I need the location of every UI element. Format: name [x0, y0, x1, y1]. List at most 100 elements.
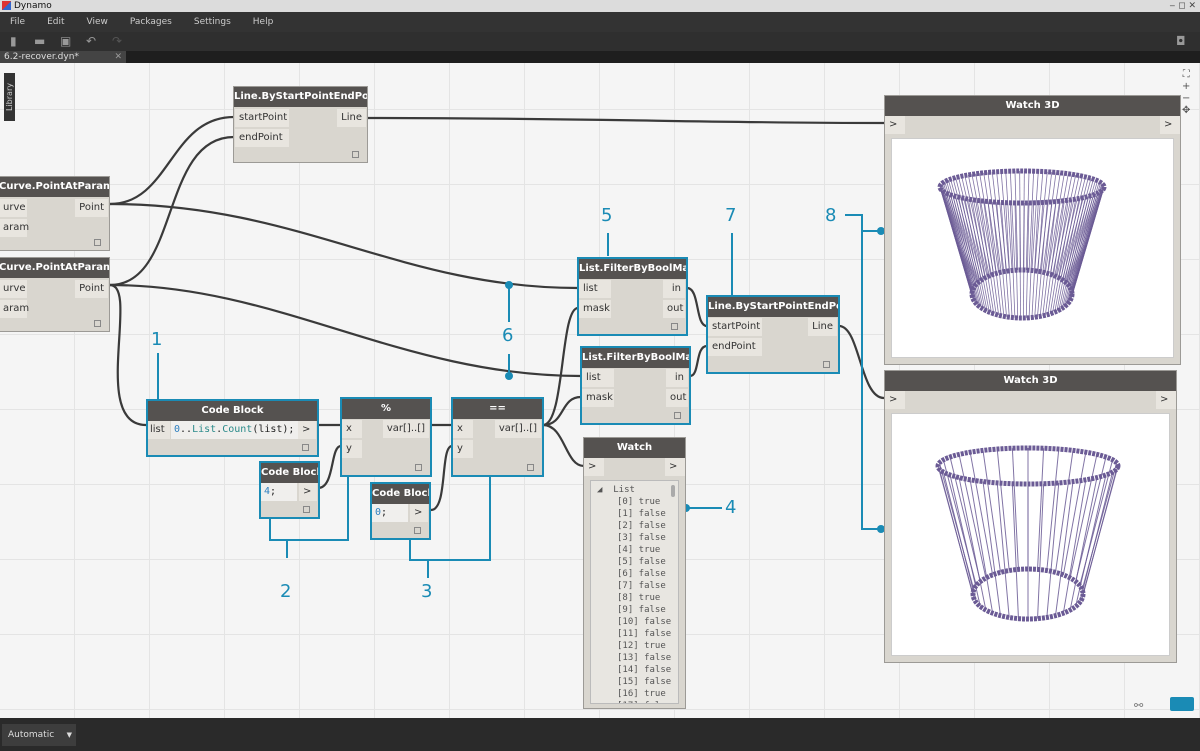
node-watch-3d-1[interactable]: Watch 3D > > [884, 95, 1181, 365]
undo-icon[interactable]: ↶ [86, 32, 96, 51]
preview-toggle-icon[interactable] [302, 444, 309, 451]
geometry-view-icon[interactable]: ⚯ [1134, 699, 1143, 712]
output-port[interactable]: > [1156, 391, 1176, 409]
output-port-out[interactable]: out [663, 300, 685, 318]
code-editor[interactable]: 0..List.Count(list); [171, 421, 298, 439]
menu-settings[interactable]: Settings [194, 12, 231, 32]
input-port-list[interactable]: list [582, 369, 614, 387]
node-line-by-start-end-2[interactable]: Line.ByStartPointEndPoint startPoint end… [706, 295, 840, 374]
input-port-x[interactable]: x [342, 420, 362, 438]
output-port-in[interactable]: in [663, 280, 685, 298]
node-curve-point-at-parameter-2[interactable]: Curve.PointAtParameter urve aram Point [0, 257, 110, 332]
annotation-6: 6 [502, 325, 514, 346]
list-item: [11] false [617, 629, 672, 639]
list-item: [9] false [617, 605, 666, 615]
menu-help[interactable]: Help [253, 12, 274, 32]
menu-packages[interactable]: Packages [130, 12, 172, 32]
output-port[interactable]: > [299, 483, 317, 501]
input-port-endpoint[interactable]: endPoint [708, 338, 762, 356]
graph-view-icon[interactable] [1170, 697, 1194, 711]
wire [430, 444, 453, 512]
redo-icon[interactable]: ↷ [112, 32, 122, 51]
input-port-startpoint[interactable]: startPoint [708, 318, 762, 336]
node-line-by-start-end-1[interactable]: Line.ByStartPointEndPoint startPoint end… [233, 86, 368, 163]
node-watch[interactable]: Watch > > ◢ List [0] true [1] false [2] fa… [583, 437, 686, 709]
preview-toggle-icon[interactable] [352, 151, 359, 158]
output-port-point[interactable]: Point [75, 280, 108, 298]
input-port-endpoint[interactable]: endPoint [235, 129, 289, 147]
node-equals[interactable]: == x y var[]..[] [451, 397, 544, 477]
input-port-x[interactable]: x [453, 420, 473, 438]
node-watch-3d-2[interactable]: Watch 3D > > [884, 370, 1177, 663]
wire [367, 116, 885, 125]
preview-toggle-icon[interactable] [94, 239, 101, 246]
3d-viewport[interactable] [891, 138, 1174, 358]
output-port[interactable]: > [665, 458, 685, 476]
new-file-icon[interactable]: ▮ [10, 32, 17, 51]
node-title: Code Block [148, 401, 317, 421]
preview-toggle-icon[interactable] [823, 361, 830, 368]
window-controls[interactable]: ‒ ◻ ✕ [1170, 0, 1196, 12]
input-port-curve[interactable]: urve [0, 280, 27, 298]
watch-list-view[interactable]: ◢ List [0] true [1] false [2] false [3] fal… [590, 480, 679, 704]
output-port[interactable]: > [410, 504, 428, 522]
output-port[interactable]: > [1160, 116, 1180, 134]
input-port-list[interactable]: list [579, 280, 611, 298]
input-port[interactable]: > [885, 116, 905, 134]
node-filter-by-bool-mask-1[interactable]: List.FilterByBoolMask list mask in out [577, 257, 688, 336]
open-icon[interactable]: ▬ [34, 32, 45, 51]
output-port-in[interactable]: in [666, 369, 688, 387]
scrollbar[interactable] [671, 485, 675, 497]
output-port-point[interactable]: Point [75, 199, 108, 217]
output-port-out[interactable]: out [666, 389, 688, 407]
output-port[interactable]: > [298, 421, 316, 439]
preview-toggle-icon[interactable] [303, 506, 310, 513]
input-port-mask[interactable]: mask [582, 389, 614, 407]
code-editor[interactable]: 0; [372, 504, 408, 522]
close-tab-icon[interactable]: ✕ [114, 51, 122, 63]
basket-geometry-sparse [935, 445, 1121, 622]
preview-toggle-icon[interactable] [415, 464, 422, 471]
annotation-4: 4 [725, 497, 737, 518]
preview-toggle-icon[interactable] [674, 412, 681, 419]
node-code-block-range[interactable]: Code Block list 0..List.Count(list); > [146, 399, 319, 457]
menu-bar: File Edit View Packages Settings Help [0, 12, 1200, 32]
list-root[interactable]: ◢ List [591, 484, 678, 496]
input-port-list[interactable]: list [148, 421, 170, 439]
input-port-startpoint[interactable]: startPoint [235, 109, 289, 127]
output-port-line[interactable]: Line [337, 109, 366, 127]
node-modulo[interactable]: % x y var[]..[] [340, 397, 432, 477]
annotation-7: 7 [725, 205, 737, 226]
camera-icon[interactable]: ◘ [1176, 32, 1186, 51]
preview-toggle-icon[interactable] [414, 527, 421, 534]
input-port-y[interactable]: y [453, 440, 473, 458]
node-curve-point-at-parameter-1[interactable]: Curve.PointAtParameter urve aram Point [0, 176, 110, 251]
input-port-y[interactable]: y [342, 440, 362, 458]
input-port[interactable]: > [885, 391, 905, 409]
node-code-block-0[interactable]: Code Block 0; > [370, 482, 431, 540]
tab-file[interactable]: 6.2-recover.dyn* ✕ [0, 51, 126, 63]
node-title: List.FilterByBoolMask [579, 259, 686, 279]
output-port-line[interactable]: Line [808, 318, 837, 336]
node-code-block-4[interactable]: Code Block 4; > [259, 461, 320, 519]
input-port-curve[interactable]: urve [0, 199, 27, 217]
preview-toggle-icon[interactable] [527, 464, 534, 471]
run-mode-dropdown[interactable]: Automatic ▼ [2, 724, 76, 746]
output-port[interactable]: var[]..[] [494, 420, 541, 438]
menu-view[interactable]: View [87, 12, 108, 32]
list-item: [15] false [617, 677, 672, 687]
node-filter-by-bool-mask-2[interactable]: List.FilterByBoolMask list mask in out [580, 346, 691, 425]
input-port-mask[interactable]: mask [579, 300, 611, 318]
save-icon[interactable]: ▣ [60, 32, 71, 51]
output-port[interactable]: var[]..[] [382, 420, 429, 438]
menu-file[interactable]: File [10, 12, 25, 32]
menu-edit[interactable]: Edit [47, 12, 64, 32]
input-port-param[interactable]: aram [0, 219, 29, 237]
input-port[interactable]: > [584, 458, 604, 476]
preview-toggle-icon[interactable] [94, 320, 101, 327]
code-editor[interactable]: 4; [261, 483, 297, 501]
3d-viewport[interactable] [891, 413, 1170, 656]
preview-toggle-icon[interactable] [671, 323, 678, 330]
graph-canvas[interactable]: Library ⛶ + − ✥ 1 2 3 4 5 6 7 8 Line.ByStar… [0, 63, 1200, 718]
input-port-param[interactable]: aram [0, 300, 29, 318]
